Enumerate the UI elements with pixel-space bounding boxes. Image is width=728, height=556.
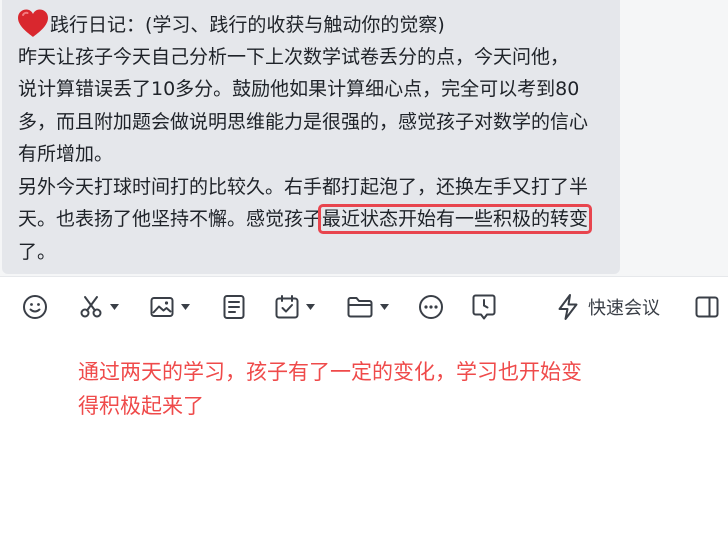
message-line: 践行日记：(学习、践行的收获与触动你的觉察) (18, 8, 613, 41)
message-line: 了。 (18, 240, 57, 263)
document-icon (223, 295, 245, 319)
schedule-button[interactable] (471, 293, 497, 321)
screenshot-button[interactable] (78, 293, 119, 321)
doc-button[interactable] (222, 293, 246, 321)
more-button[interactable] (418, 293, 444, 321)
message-line: 多，而且附加题会做说明思维能力是很强的，感觉孩子对数学的信心 (18, 110, 589, 133)
message-line: 昨天让孩子今天自己分析一下上次数学试卷丢分的点，今天问他， (18, 45, 570, 68)
heart-icon (18, 9, 48, 37)
scissors-icon (80, 296, 102, 318)
message-text: 践行日记：(学习、践行的收获与触动你的觉察) 昨天让孩子今天自己分析一下上次数学… (18, 8, 613, 268)
clock-message-icon (472, 294, 496, 320)
image-icon (150, 297, 174, 317)
message-line: 有所增加。 (18, 143, 114, 165)
quick-meeting-button[interactable]: 快速会议 (556, 293, 660, 321)
message-bubble[interactable]: 践行日记：(学习、践行的收获与触动你的觉察) 昨天让孩子今天自己分析一下上次数学… (2, 0, 620, 274)
lightning-icon (558, 294, 578, 320)
chevron-down-icon (110, 304, 119, 310)
message-text-segment: 天。也表扬了他坚持不懈。感觉孩子 (18, 208, 323, 230)
message-line: 天。也表扬了他坚持不懈。感觉孩子最近状态开始有一些积极的转变 (18, 203, 613, 236)
emoji-button[interactable] (22, 293, 48, 321)
chevron-down-icon (380, 304, 389, 310)
more-dots-icon (419, 295, 443, 319)
message-composer: 快速会议 通过两天的学习，孩子有了一定的变化，学习也开始变 得积极起来了 (0, 276, 728, 556)
side-panel-button[interactable] (694, 293, 720, 321)
calendar-check-icon (275, 295, 299, 319)
message-title: 践行日记：(学习、践行的收获与触动你的觉察) (50, 14, 445, 36)
highlighted-text: 最近状态开始有一些积极的转变 (318, 204, 593, 234)
folder-icon (347, 297, 373, 318)
quick-meeting-label: 快速会议 (588, 298, 660, 319)
message-area: 践行日记：(学习、践行的收获与触动你的觉察) 昨天让孩子今天自己分析一下上次数学… (0, 0, 728, 276)
chevron-down-icon (306, 304, 315, 310)
draft-line: 通过两天的学习，孩子有了一定的变化，学习也开始变 (78, 360, 582, 384)
composer-toolbar: 快速会议 (0, 277, 728, 337)
folder-button[interactable] (346, 293, 389, 321)
smiley-icon (23, 295, 47, 319)
chevron-down-icon (181, 304, 190, 310)
side-panel-icon (695, 296, 719, 318)
draft-line: 得积极起来了 (78, 394, 204, 418)
task-button[interactable] (274, 293, 315, 321)
message-input[interactable]: 通过两天的学习，孩子有了一定的变化，学习也开始变 得积极起来了 (78, 355, 678, 423)
message-line: 说计算错误丢了10多分。鼓励他如果计算细心点，完全可以考到80 (18, 78, 580, 100)
message-line: 另外今天打球时间打的比较久。右手都打起泡了，还换左手又打了半 (18, 175, 589, 198)
image-button[interactable] (149, 293, 190, 321)
